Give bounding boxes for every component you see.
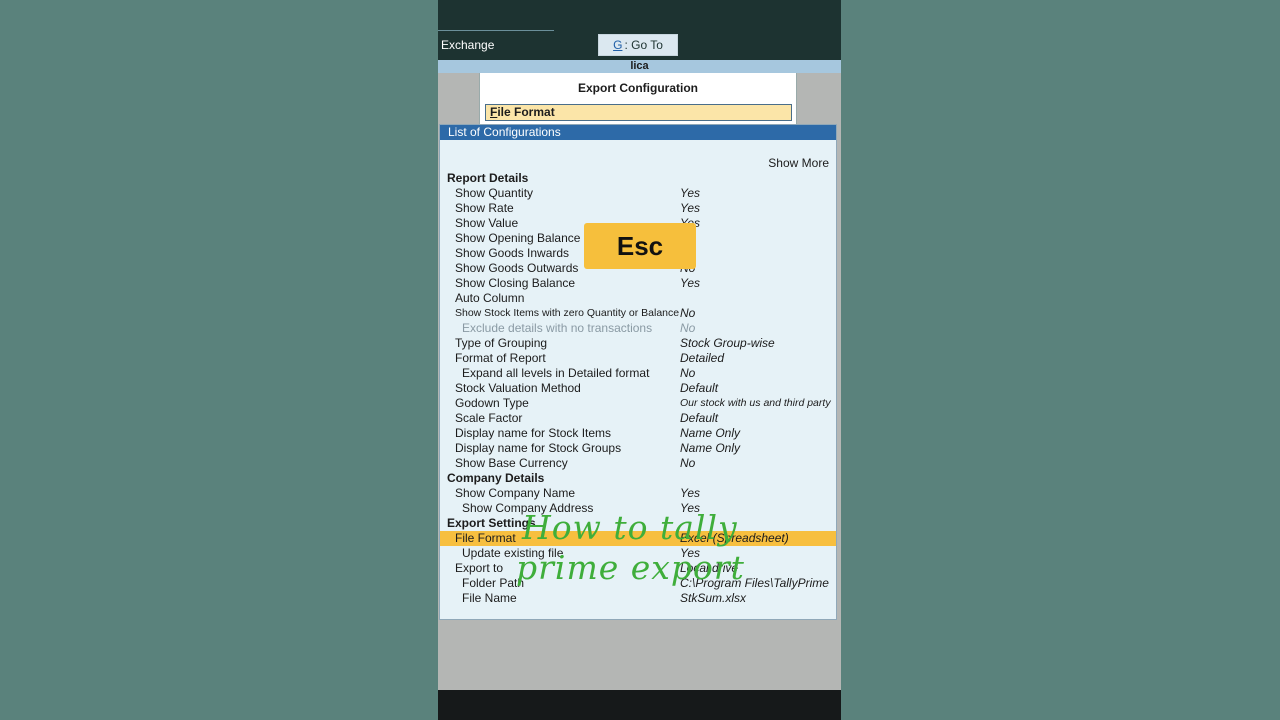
config-row[interactable]: Show Company Name Yes (440, 486, 836, 501)
config-row[interactable]: Godown Type Our stock with us and third p… (440, 396, 836, 411)
config-label: Show Closing Balance (455, 276, 576, 290)
config-value: StkSum.xlsx (680, 591, 747, 605)
config-row[interactable]: Exclude details with no transactions No (440, 321, 836, 336)
config-row[interactable]: Format of Report Detailed (440, 351, 836, 366)
config-row[interactable]: File Format Excel (Spreadsheet) (440, 531, 836, 546)
config-value: No (680, 306, 696, 320)
config-value: Default (680, 381, 719, 395)
config-label: Show Opening Balance (455, 231, 581, 245)
config-label: Export Settings (447, 516, 536, 530)
config-label: Display name for Stock Items (455, 426, 612, 440)
config-row[interactable]: Auto Column (440, 291, 836, 306)
bottom-bar (438, 690, 841, 720)
export-configuration-panel: Export Configuration File Format (479, 73, 797, 124)
config-row[interactable]: Show Stock Items with zero Quantity or B… (440, 306, 836, 321)
config-label: Expand all levels in Detailed format (462, 366, 650, 380)
config-label: Type of Grouping (455, 336, 548, 350)
config-row[interactable]: File Name StkSum.xlsx (440, 591, 836, 606)
config-value: Default (680, 411, 719, 425)
config-label: Show Base Currency (455, 456, 568, 470)
config-row[interactable]: Export to Local drive (440, 561, 836, 576)
file-format-field-label: ile Format (497, 105, 555, 119)
config-value: Local drive (680, 561, 739, 575)
config-value: Excel (Spreadsheet) (680, 531, 789, 545)
config-label: Report Details (447, 171, 529, 185)
config-row[interactable]: Scale Factor Default (440, 411, 836, 426)
config-row[interactable]: Show Closing Balance Yes (440, 276, 836, 291)
config-value: Yes (680, 201, 701, 215)
config-label: Show Value (455, 216, 519, 230)
top-bar: Exchange G : Go To (438, 0, 841, 60)
config-value: No (680, 366, 696, 380)
config-value: Yes (680, 486, 701, 500)
config-value: Yes (680, 276, 701, 290)
goto-shortcut-key: G (613, 38, 623, 52)
config-value: Detailed (680, 351, 725, 365)
report-title-strip: lica (438, 60, 841, 73)
config-label: File Format (455, 531, 516, 545)
config-label: Scale Factor (455, 411, 523, 425)
config-label: Show Company Name (455, 486, 576, 500)
config-value: Yes (680, 546, 701, 560)
config-row[interactable]: Expand all levels in Detailed format No (440, 366, 836, 381)
config-label: Show Rate (455, 201, 514, 215)
config-label: Display name for Stock Groups (455, 441, 622, 455)
config-value: No (680, 321, 696, 335)
configuration-list-heading: List of Configurations (440, 125, 836, 140)
config-row[interactable]: Display name for Stock Items Name Only (440, 426, 836, 441)
config-row[interactable]: Show Quantity Yes (440, 186, 836, 201)
config-label: Format of Report (455, 351, 546, 365)
config-row[interactable]: Show Rate Yes (440, 201, 836, 216)
config-label: Folder Path (462, 576, 525, 590)
exchange-menu[interactable]: Exchange (441, 38, 494, 52)
config-row[interactable]: Stock Valuation Method Default (440, 381, 836, 396)
goto-button[interactable]: G : Go To (598, 34, 678, 56)
config-label: Exclude details with no transactions (462, 321, 653, 335)
config-label: Show Goods Outwards (455, 261, 579, 275)
app-screen: Exchange G : Go To lica Export Configura… (438, 0, 841, 720)
section-header: Export Settings (440, 516, 836, 531)
config-row[interactable]: Show Base Currency No (440, 456, 836, 471)
top-bar-divider (438, 30, 554, 31)
goto-label: : Go To (624, 38, 663, 52)
section-header: Report Details (440, 171, 836, 186)
config-value: Name Only (680, 426, 741, 440)
config-label: File Name (462, 591, 517, 605)
config-value: Stock Group-wise (680, 336, 775, 350)
config-value: Our stock with us and third party (680, 397, 831, 409)
config-label: Show Quantity (455, 186, 534, 200)
config-label: Godown Type (455, 396, 529, 410)
config-label: Update existing file (462, 546, 564, 560)
config-label: Show Stock Items with zero Quantity or B… (455, 307, 680, 319)
file-format-field[interactable]: File Format (485, 104, 792, 121)
config-row[interactable]: Show Company Address Yes (440, 501, 836, 516)
config-row[interactable]: Type of Grouping Stock Group-wise (440, 336, 836, 351)
config-row[interactable]: Update existing file Yes (440, 546, 836, 561)
config-row[interactable]: Folder Path C:\Program Files\TallyPrime (440, 576, 836, 591)
section-header: Company Details (440, 471, 836, 486)
config-label: Show Company Address (462, 501, 594, 515)
config-value: No (680, 456, 696, 470)
config-label: Company Details (447, 471, 545, 485)
config-value: Name Only (680, 441, 741, 455)
config-value: Yes (680, 501, 701, 515)
config-value: Yes (680, 186, 701, 200)
config-label: Export to (455, 561, 504, 575)
show-more-button[interactable]: Show More (768, 156, 829, 170)
export-configuration-heading: Export Configuration (578, 81, 698, 95)
config-value: C:\Program Files\TallyPrime (680, 576, 829, 590)
config-label: Auto Column (455, 291, 525, 305)
configuration-list: List of Configurations Show More Report … (439, 124, 837, 620)
config-row[interactable]: Display name for Stock Groups Name Only (440, 441, 836, 456)
config-label: Stock Valuation Method (455, 381, 581, 395)
esc-key-badge: Esc (584, 223, 696, 269)
config-label: Show Goods Inwards (455, 246, 570, 260)
